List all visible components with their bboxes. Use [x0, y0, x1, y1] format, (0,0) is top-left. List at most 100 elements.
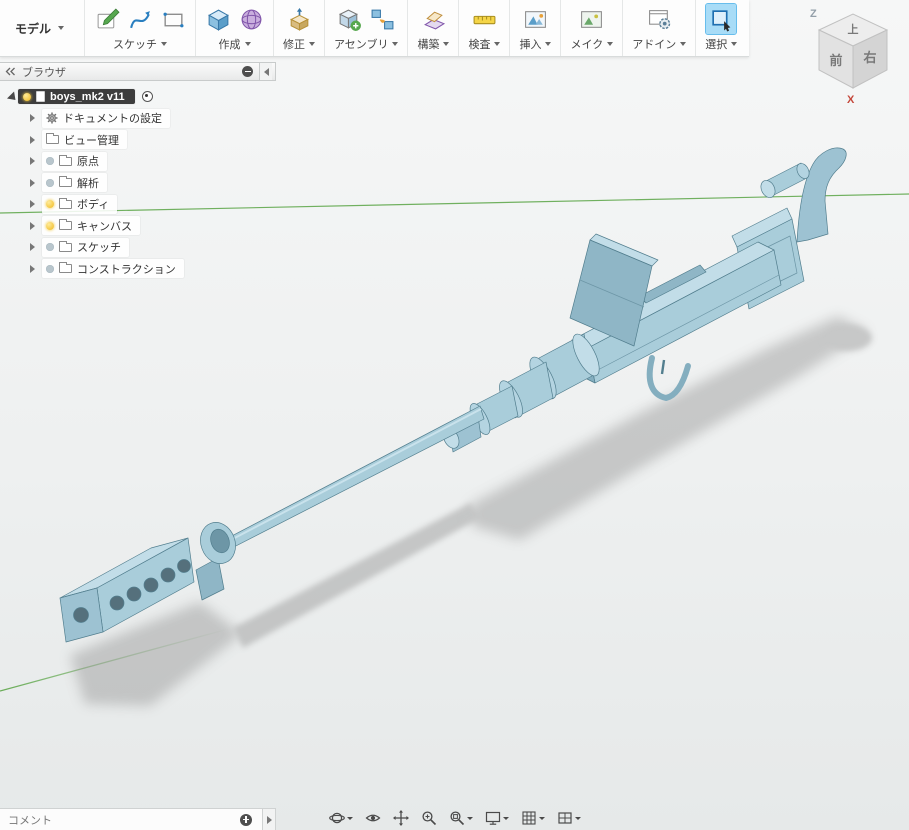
look-at-icon — [365, 814, 380, 822]
tree-row-document-settings[interactable]: ドキュメントの設定 — [0, 108, 276, 128]
main-toolbar: モデル スケッチ 作成 修正 アセンブリ 構築 検査 挿入 メイク アドイン 選… — [0, 0, 750, 57]
model-shadow — [70, 316, 872, 706]
construction-plane-icon[interactable] — [418, 4, 448, 34]
tree-row-sketches[interactable]: スケッチ — [0, 237, 276, 257]
press-pull-icon[interactable] — [284, 4, 314, 34]
create-menu-label: 作成 — [218, 39, 241, 51]
visibility-bulb-icon[interactable] — [46, 221, 54, 230]
toolbar-group-select: 選択 — [695, 0, 746, 56]
chevron-down-icon — [58, 26, 65, 30]
zoom-button[interactable] — [419, 809, 439, 827]
expand-arrow-icon[interactable] — [30, 157, 35, 165]
expand-arrow-icon[interactable] — [30, 264, 35, 273]
tree-row-canvases[interactable]: キャンバス — [0, 216, 276, 235]
look-at-button[interactable] — [363, 809, 383, 827]
make-icon[interactable] — [577, 4, 607, 34]
expand-arrow-icon[interactable] — [30, 200, 35, 208]
spline-icon[interactable] — [125, 4, 155, 34]
expand-arrow-icon[interactable] — [30, 178, 35, 187]
insert-menu-button[interactable]: 挿入 — [517, 35, 553, 53]
activate-component-radio[interactable] — [141, 91, 153, 102]
construct-menu-button[interactable]: 構築 — [415, 35, 451, 53]
panel-drag-handle[interactable] — [262, 809, 275, 830]
workspace-label: モデル — [15, 21, 52, 36]
sketch-menu-button[interactable]: スケッチ — [111, 35, 169, 53]
visibility-bulb-icon[interactable] — [46, 157, 54, 165]
view-cube[interactable]: Z 上 前 右 X — [805, 2, 901, 106]
visibility-bulb-icon[interactable] — [46, 243, 54, 251]
create-menu-button[interactable]: 作成 — [217, 35, 253, 53]
visibility-bulb-icon[interactable] — [46, 178, 54, 187]
tree-row-bodies[interactable]: ボディ — [0, 194, 276, 214]
addins-menu-label: アドイン — [632, 39, 677, 51]
visibility-bulb-icon[interactable] — [46, 264, 54, 273]
form-icon[interactable] — [236, 4, 266, 34]
chevron-down-icon — [443, 42, 450, 46]
create-sketch-icon[interactable] — [92, 4, 122, 34]
modify-menu-button[interactable]: 修正 — [281, 35, 317, 53]
x-axis-label: X — [847, 94, 855, 106]
folder-icon — [59, 240, 72, 252]
tree-row-construction[interactable]: コンストラクション — [0, 259, 276, 278]
folder-icon — [59, 176, 72, 187]
grid-and-snaps-button[interactable] — [519, 809, 547, 827]
workspace-selector[interactable]: モデル — [3, 0, 84, 56]
tree-row-analysis[interactable]: 解析 — [0, 173, 276, 192]
joint-icon[interactable] — [368, 4, 398, 34]
chevron-down-icon — [502, 816, 509, 820]
new-component-icon[interactable] — [335, 4, 365, 34]
comment-bar[interactable]: コメント — [0, 808, 276, 830]
tree-item-label: ビュー管理 — [64, 134, 119, 147]
chevron-down-icon — [346, 816, 353, 820]
panel-drag-handle[interactable] — [259, 63, 272, 80]
display-settings-button[interactable] — [483, 809, 511, 827]
collapse-left-icon[interactable] — [5, 67, 16, 76]
fit-button[interactable] — [447, 809, 475, 827]
expand-arrow-icon[interactable] — [30, 114, 35, 122]
insert-image-icon[interactable] — [520, 4, 550, 34]
construct-menu-label: 構築 — [417, 39, 440, 51]
select-menu-button[interactable]: 選択 — [703, 35, 739, 53]
make-menu-button[interactable]: メイク — [568, 35, 615, 53]
measure-icon[interactable] — [469, 4, 499, 34]
expand-arrow-icon[interactable] — [30, 135, 35, 144]
expand-arrow-icon[interactable] — [30, 243, 35, 251]
tree-row-root[interactable]: boys_mk2 v11 — [0, 88, 276, 105]
pan-icon — [392, 810, 409, 826]
folder-icon — [59, 197, 72, 209]
tree-row-origin[interactable]: 原点 — [0, 151, 276, 171]
visibility-bulb-icon[interactable] — [23, 92, 31, 101]
collapse-panel-icon[interactable] — [242, 66, 253, 77]
viewcube-right-label: 右 — [862, 50, 876, 65]
chevron-down-icon — [574, 816, 581, 820]
extrude-icon[interactable] — [203, 4, 233, 34]
rectangle-icon[interactable] — [158, 4, 188, 34]
chevron-down-icon — [607, 42, 614, 46]
chevron-down-icon — [161, 42, 168, 46]
chevron-down-icon — [680, 42, 687, 46]
inspect-menu-button[interactable]: 検査 — [466, 35, 502, 53]
fusion360-window: Z 上 前 右 X モデル スケッチ 作成 修正 アセンブリ 構築 検査 挿入 … — [0, 0, 909, 830]
navigation-bar — [327, 809, 583, 827]
tree-row-named-views[interactable]: ビュー管理 — [0, 130, 276, 149]
pan-button[interactable] — [391, 809, 411, 827]
add-comment-icon[interactable] — [240, 813, 252, 826]
toolbar-group-insert: 挿入 — [509, 0, 560, 56]
chevron-down-icon — [545, 42, 552, 46]
viewports-button[interactable] — [555, 809, 583, 827]
addins-icon[interactable] — [644, 4, 674, 34]
toolbar-group-sketch: スケッチ — [84, 0, 195, 56]
gear-icon — [46, 112, 58, 124]
chevron-down-icon — [309, 42, 316, 46]
visibility-bulb-icon[interactable] — [46, 200, 54, 208]
browser-panel: ブラウザ boys_mk2 v11 ドキュメントの設定 ビュー管理 原点 解析 … — [0, 62, 276, 278]
select-menu-label: 選択 — [705, 39, 728, 51]
expand-arrow-icon[interactable] — [30, 221, 35, 230]
assemble-menu-button[interactable]: アセンブリ — [332, 35, 400, 53]
select-icon[interactable] — [705, 3, 738, 35]
orbit-button[interactable] — [327, 809, 355, 827]
toolbar-group-assemble: アセンブリ — [324, 0, 407, 56]
addins-menu-button[interactable]: アドイン — [630, 35, 688, 53]
folder-icon — [59, 219, 72, 230]
orbit-icon — [328, 812, 345, 824]
